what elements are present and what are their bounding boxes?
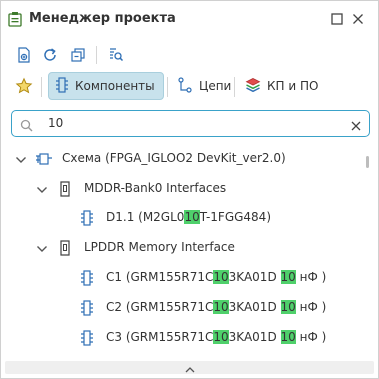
search-match-highlight: 10 (213, 330, 229, 344)
tree-item-c2[interactable]: C2 (GRM155R71C103KA01D 10 нФ ) (1, 296, 367, 320)
chevron-down-icon[interactable] (36, 243, 48, 257)
schematic-icon (35, 151, 53, 170)
scroll-up-bar[interactable] (5, 361, 374, 374)
tree-group-label: MDDR-Bank0 Interfaces (84, 181, 227, 195)
search-input[interactable]: 10 (48, 116, 63, 130)
tree-item-label: D1.1 (M2GL010T-1FGG484) (106, 210, 271, 224)
tree-group-mddr[interactable]: MDDR-Bank0 Interfaces (1, 177, 367, 201)
search-match-highlight: 10 (280, 330, 296, 344)
project-manager-icon (8, 11, 22, 27)
tree-group-label: LPDDR Memory Interface (84, 240, 235, 254)
filter-search-icon[interactable] (105, 44, 127, 66)
tab-pads-vias[interactable]: КП и ПО (239, 72, 326, 100)
component-icon (80, 330, 94, 349)
favorites-star-icon[interactable] (13, 75, 35, 97)
tabs-separator-2 (167, 77, 168, 97)
search-match-highlight: 10 (213, 300, 229, 314)
component-icon (80, 270, 94, 289)
tab-nets[interactable]: Цепи (171, 72, 239, 100)
component-icon (55, 76, 69, 96)
search-field[interactable]: 10 (11, 110, 370, 137)
tree-item-label: C1 (GRM155R71C103KA01D 10 нФ ) (106, 270, 327, 284)
clear-search-icon[interactable] (350, 117, 362, 136)
chevron-up-icon[interactable] (185, 358, 195, 377)
sheet-icon (58, 240, 72, 259)
search-icon (20, 117, 33, 136)
tab-components[interactable]: Компоненты (48, 72, 164, 100)
search-match-highlight: 10 (213, 270, 229, 284)
collapse-all-icon[interactable] (67, 44, 89, 66)
vertical-scrollbar-thumb[interactable] (366, 156, 369, 168)
tree-item-c3[interactable]: C3 (GRM155R71C103KA01D 10 нФ ) (1, 326, 367, 350)
refresh-icon[interactable] (39, 44, 61, 66)
toolbar-separator (96, 46, 97, 64)
layers-icon (245, 77, 261, 96)
tabs-separator-1 (41, 77, 42, 97)
panel-title: Менеджер проекта (29, 11, 176, 26)
net-icon (177, 76, 193, 96)
tab-pads-vias-label: КП и ПО (267, 79, 319, 93)
view-tabs-bar: Компоненты Цепи КП и ПО (1, 71, 378, 103)
tabs-separator-3 (234, 77, 235, 97)
tree-root-label: Схема (FPGA_IGLOO2 DevKit_ver2.0) (62, 151, 286, 165)
tab-components-label: Компоненты (75, 79, 155, 93)
project-manager-panel: Менеджер проекта Компоненты Цепи КП и ПО… (0, 0, 379, 379)
project-tree: Схема (FPGA_IGLOO2 DevKit_ver2.0) MDDR-B… (1, 147, 367, 359)
component-icon (80, 210, 94, 229)
search-match-highlight: 10 (184, 210, 200, 224)
search-match-highlight: 10 (280, 300, 296, 314)
chevron-down-icon[interactable] (36, 184, 48, 198)
tree-group-lpddr[interactable]: LPDDR Memory Interface (1, 236, 367, 260)
component-icon (80, 300, 94, 319)
tree-item-c1[interactable]: C1 (GRM155R71C103KA01D 10 нФ ) (1, 266, 367, 290)
maximize-icon[interactable] (328, 10, 346, 28)
tree-item-label: C2 (GRM155R71C103KA01D 10 нФ ) (106, 300, 327, 314)
title-bar: Менеджер проекта (1, 1, 378, 37)
sheet-icon (58, 181, 72, 200)
chevron-down-icon[interactable] (15, 154, 27, 168)
tree-item-label: C3 (GRM155R71C103KA01D 10 нФ ) (106, 330, 327, 344)
open-document-icon[interactable] (13, 44, 35, 66)
search-match-highlight: 10 (280, 270, 296, 284)
tree-root-schematic[interactable]: Схема (FPGA_IGLOO2 DevKit_ver2.0) (1, 147, 367, 171)
tab-nets-label: Цепи (199, 79, 232, 93)
close-icon[interactable] (349, 10, 367, 28)
main-toolbar (1, 41, 378, 69)
tree-item-d1[interactable]: D1.1 (M2GL010T-1FGG484) (1, 206, 367, 230)
